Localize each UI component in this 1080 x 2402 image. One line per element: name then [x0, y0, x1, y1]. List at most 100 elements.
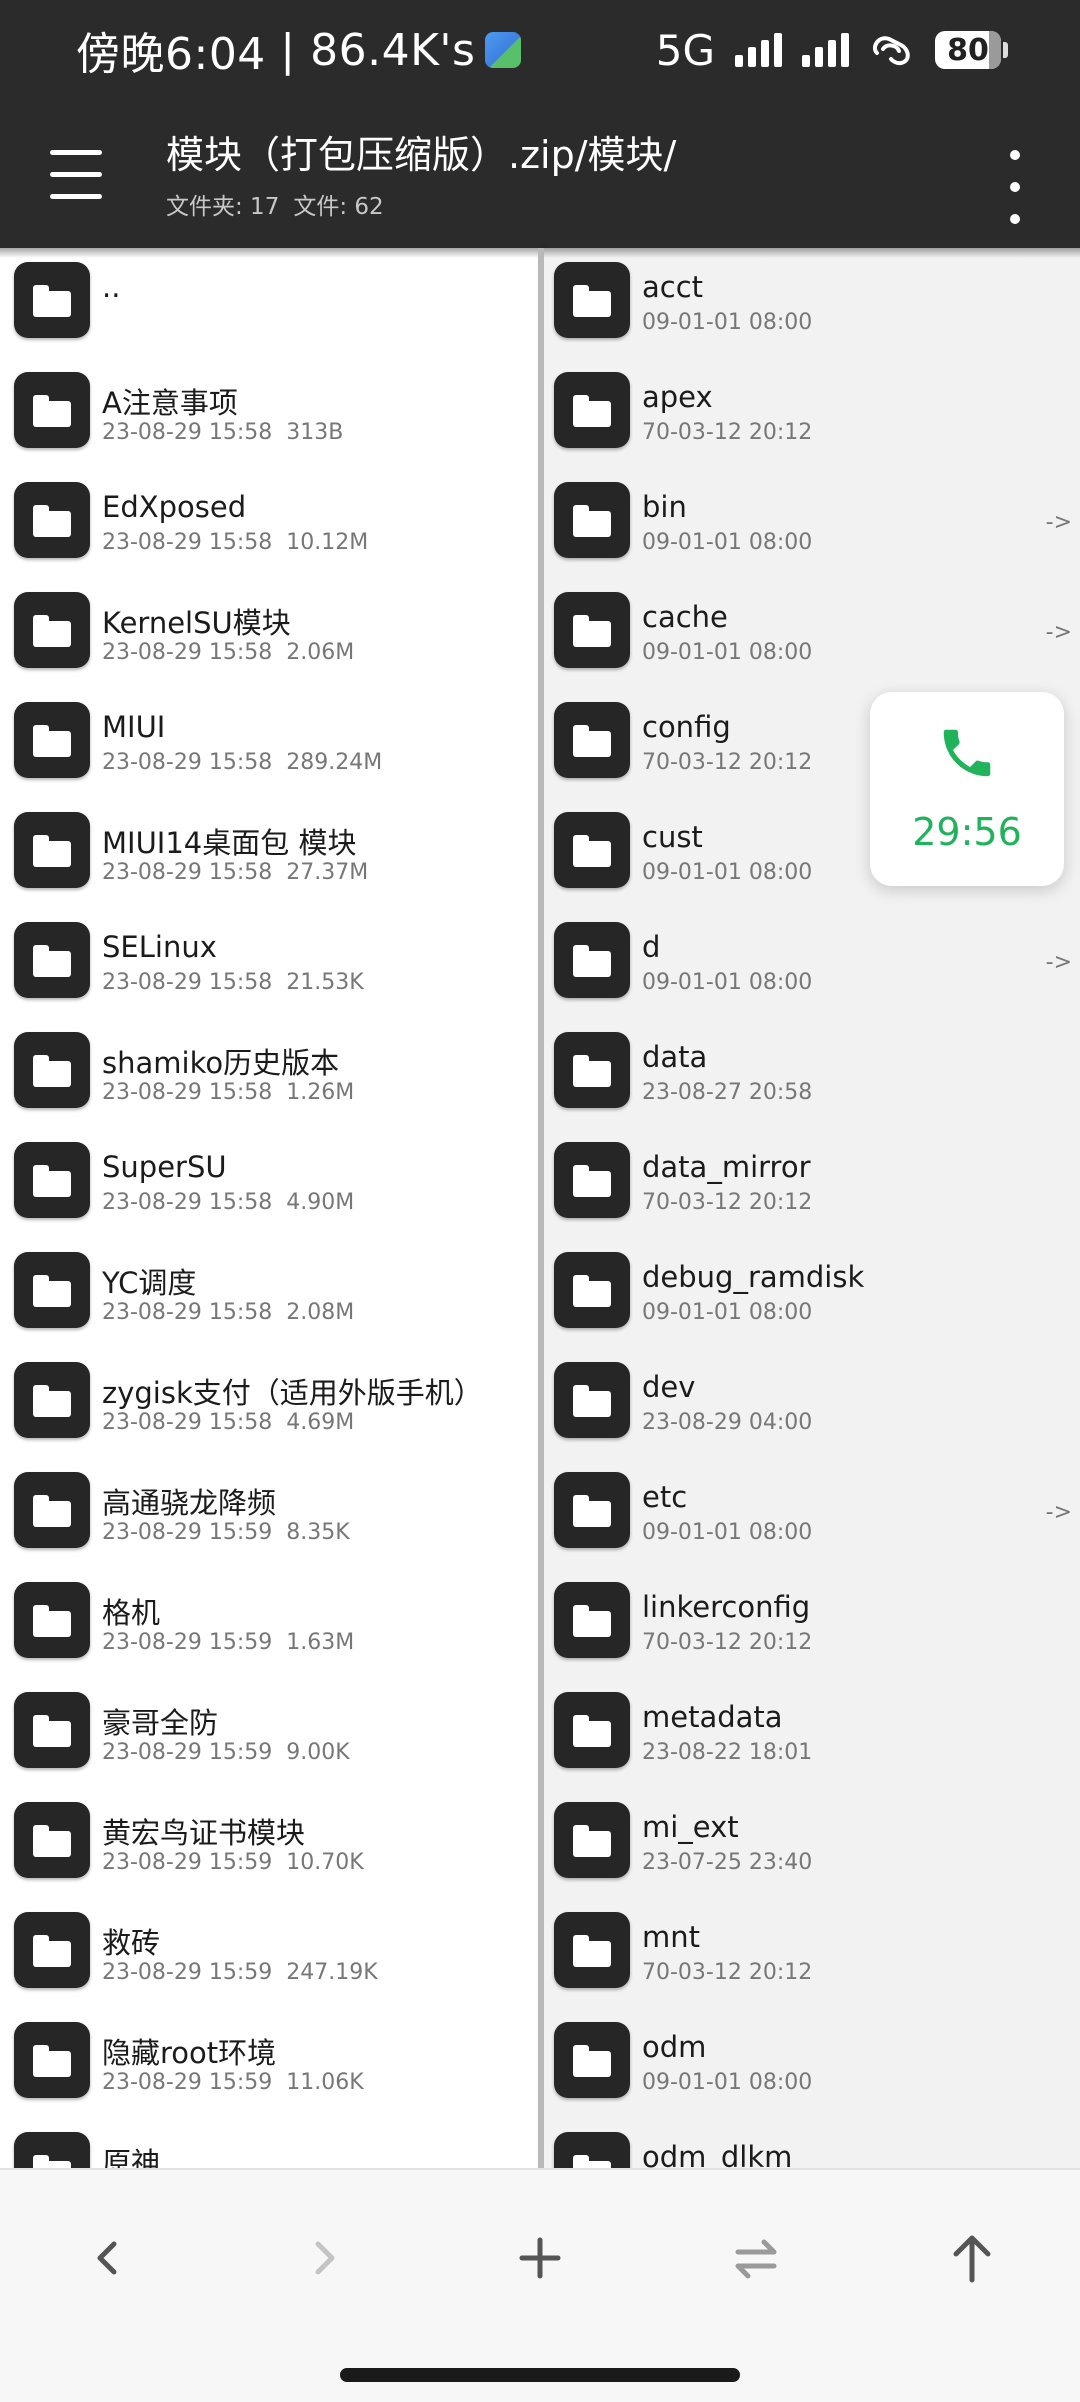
left-folder-row[interactable]: 救砖 23-08-29 15:59 247.19K	[0, 1898, 538, 2008]
swap-panes-button[interactable]	[708, 2210, 804, 2306]
left-folder-row[interactable]: 黄宏鸟证书模块 23-08-29 15:59 10.70K	[0, 1788, 538, 1898]
folder-name: 隐藏root环境	[102, 2036, 277, 2070]
folder-name: data	[642, 1040, 708, 1074]
folder-icon	[554, 1252, 630, 1328]
folder-icon	[554, 1582, 630, 1658]
folder-name: odm	[642, 2030, 707, 2064]
folder-icon	[14, 1472, 90, 1548]
left-folder-row[interactable]: YC调度 23-08-29 15:58 2.08M	[0, 1238, 538, 1348]
folder-icon	[14, 2022, 90, 2098]
folder-icon	[14, 592, 90, 668]
left-folder-row[interactable]: 豪哥全防 23-08-29 15:59 9.00K	[0, 1678, 538, 1788]
back-button[interactable]	[60, 2210, 156, 2306]
folder-name: config	[642, 710, 731, 744]
folder-meta: 09-01-01 08:00	[642, 1300, 812, 1325]
right-folder-row[interactable]: apex 70-03-12 20:12	[544, 358, 1080, 468]
left-folder-row[interactable]: MIUI14桌面包 模块 23-08-29 15:58 27.37M	[0, 798, 538, 908]
folder-name: KernelSU模块	[102, 606, 291, 640]
forward-button[interactable]	[276, 2210, 372, 2306]
left-folder-row[interactable]: EdXposed 23-08-29 15:58 10.12M	[0, 468, 538, 578]
parent-folder-button[interactable]	[924, 2210, 1020, 2306]
left-folder-row[interactable]: SuperSU 23-08-29 15:58 4.90M	[0, 1128, 538, 1238]
folder-size: 10.70K	[286, 1850, 364, 1875]
right-folder-row[interactable]: odm_dlkm	[544, 2118, 1080, 2168]
left-folder-row[interactable]: shamiko历史版本 23-08-29 15:58 1.26M	[0, 1018, 538, 1128]
left-folder-row[interactable]: 高通骁龙降频 23-08-29 15:59 8.35K	[0, 1458, 538, 1568]
folder-date: 23-08-29 15:58	[102, 640, 273, 665]
right-folder-row[interactable]: d 09-01-01 08:00 ->	[544, 908, 1080, 1018]
right-folder-row[interactable]: bin 09-01-01 08:00 ->	[544, 468, 1080, 578]
symlink-indicator: ->	[1045, 620, 1072, 645]
folder-meta: 09-01-01 08:00	[642, 640, 812, 665]
left-folder-row[interactable]: 隐藏root环境 23-08-29 15:59 11.06K	[0, 2008, 538, 2118]
right-folder-row[interactable]: etc 09-01-01 08:00 ->	[544, 1458, 1080, 1568]
folder-meta: 70-03-12 20:12	[642, 1960, 812, 1985]
folder-date: 23-08-27 20:58	[642, 1080, 813, 1105]
left-folder-row[interactable]: 原神	[0, 2118, 538, 2168]
new-item-button[interactable]	[492, 2210, 588, 2306]
right-folder-row[interactable]: data_mirror 70-03-12 20:12	[544, 1128, 1080, 1238]
folder-icon	[554, 922, 630, 998]
folder-date: 09-01-01 08:00	[642, 860, 813, 885]
right-folder-row[interactable]: data 23-08-27 20:58	[544, 1018, 1080, 1128]
left-folder-row[interactable]: zygisk支付（适用外版手机） 23-08-29 15:58 4.69M	[0, 1348, 538, 1458]
folder-meta: 23-08-29 15:59 1.63M	[102, 1630, 354, 1655]
folder-name: zygisk支付（适用外版手机）	[102, 1376, 483, 1410]
folder-date: 23-07-25 23:40	[642, 1850, 813, 1875]
folder-icon	[554, 2022, 630, 2098]
folder-icon	[554, 1142, 630, 1218]
left-folder-row[interactable]: MIUI 23-08-29 15:58 289.24M	[0, 688, 538, 798]
folder-name: linkerconfig	[642, 1590, 811, 1624]
right-file-pane[interactable]: acct 09-01-01 08:00 apex 70-03-12 20:12 bin 0…	[544, 248, 1080, 2168]
right-folder-row[interactable]: linkerconfig 70-03-12 20:12	[544, 1568, 1080, 1678]
left-folder-row[interactable]: SELinux 23-08-29 15:58 21.53K	[0, 908, 538, 1018]
folder-name: debug_ramdisk	[642, 1260, 865, 1294]
folder-size: 11.06K	[286, 2070, 364, 2095]
left-folder-row[interactable]: KernelSU模块 23-08-29 15:58 2.06M	[0, 578, 538, 688]
left-folder-row[interactable]: ..	[0, 248, 538, 358]
folder-name: 救砖	[102, 1926, 161, 1960]
symlink-indicator: ->	[1045, 1500, 1072, 1525]
right-folder-row[interactable]: mi_ext 23-07-25 23:40	[544, 1788, 1080, 1898]
right-folder-row[interactable]: acct 09-01-01 08:00	[544, 248, 1080, 358]
folder-icon	[554, 1802, 630, 1878]
folder-date: 09-01-01 08:00	[642, 1520, 813, 1545]
hamburger-menu-icon[interactable]	[40, 140, 110, 210]
folder-date: 23-08-29 04:00	[642, 1410, 813, 1435]
right-folder-row[interactable]: mnt 70-03-12 20:12	[544, 1898, 1080, 2008]
folder-date: 23-08-29 15:58	[102, 860, 273, 885]
folder-icon	[554, 482, 630, 558]
home-indicator[interactable]	[340, 2368, 740, 2382]
folder-meta: 23-08-29 15:59 11.06K	[102, 2070, 364, 2095]
signal-strength-icon	[735, 33, 782, 67]
folder-date: 09-01-01 08:00	[642, 1300, 813, 1325]
right-folder-row[interactable]: metadata 23-08-22 18:01	[544, 1678, 1080, 1788]
left-folder-row[interactable]: A注意事项 23-08-29 15:58 313B	[0, 358, 538, 468]
folder-date: 09-01-01 08:00	[642, 640, 813, 665]
link-icon	[872, 36, 910, 66]
folder-meta: 23-08-29 15:58 313B	[102, 420, 343, 445]
right-folder-row[interactable]: dev 23-08-29 04:00	[544, 1348, 1080, 1458]
right-folder-row[interactable]: odm 09-01-01 08:00	[544, 2008, 1080, 2118]
folder-name: 原神	[102, 2146, 161, 2168]
folder-date: 70-03-12 20:12	[642, 1190, 813, 1215]
folder-icon	[554, 1472, 630, 1548]
right-folder-row[interactable]: cache 09-01-01 08:00 ->	[544, 578, 1080, 688]
left-folder-row[interactable]: 格机 23-08-29 15:59 1.63M	[0, 1568, 538, 1678]
folder-name: bin	[642, 490, 687, 524]
folder-name: MIUI14桌面包 模块	[102, 826, 357, 860]
vertical-dots-icon[interactable]	[990, 142, 1038, 232]
folder-size: 2.08M	[286, 1300, 355, 1325]
folder-date: 23-08-29 15:59	[102, 2070, 273, 2095]
folder-name: EdXposed	[102, 490, 247, 524]
folder-icon	[14, 1692, 90, 1768]
call-overlay[interactable]: 29:56	[870, 692, 1064, 886]
left-file-pane[interactable]: .. A注意事项 23-08-29 15:58 313B EdXposed 23-08-2…	[0, 248, 538, 2168]
right-folder-row[interactable]: debug_ramdisk 09-01-01 08:00	[544, 1238, 1080, 1348]
title-block: 模块（打包压缩版）.zip/模块/ 文件夹: 17 文件: 62	[166, 124, 986, 221]
folder-meta: 23-08-29 04:00	[642, 1410, 812, 1435]
up-arrow-icon	[953, 2235, 991, 2283]
folder-name: YC调度	[102, 1266, 197, 1300]
folder-name: ..	[102, 270, 121, 304]
folder-size: 247.19K	[286, 1960, 378, 1985]
